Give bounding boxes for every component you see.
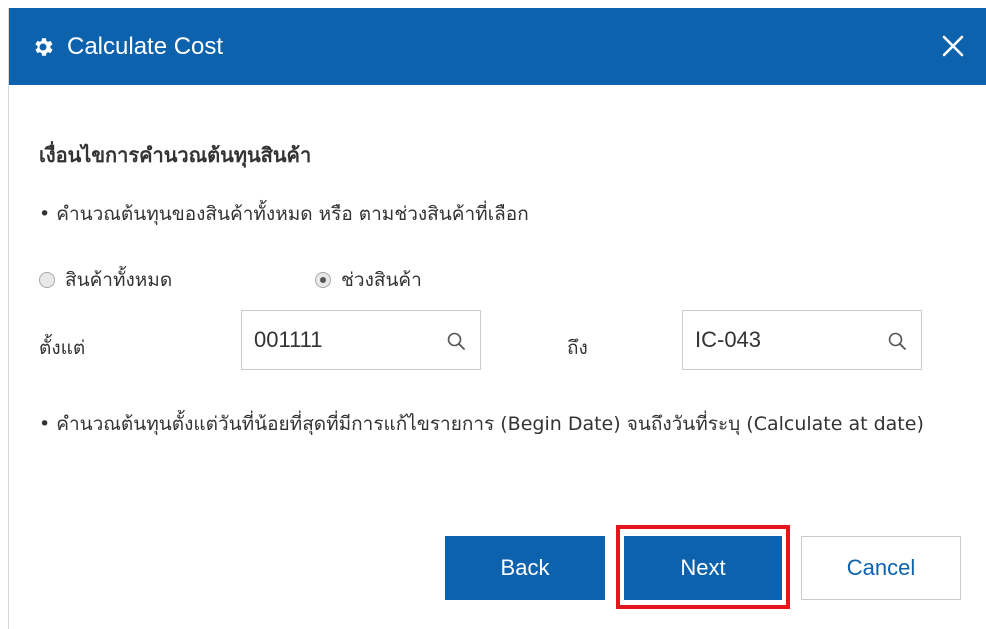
scope-description: • คำนวณต้นทุนของสินค้าทั้งหมด หรือ ตามช่… [39,203,529,225]
radio-button-checked[interactable] [315,272,331,288]
cancel-button[interactable]: Cancel [801,536,961,600]
radio-label: ช่วงสินค้า [341,269,422,291]
radio-label: สินค้าทั้งหมด [65,269,173,291]
dialog-title: Calculate Cost [67,33,224,60]
dialog-header: Calculate Cost [9,8,986,85]
search-icon[interactable] [446,331,466,351]
radio-button-unchecked[interactable] [39,272,55,288]
radio-product-range[interactable]: ช่วงสินค้า [315,265,422,295]
date-description: • คำนวณต้นทุนตั้งแต่วันที่น้อยที่สุดที่ม… [39,413,924,435]
close-icon[interactable] [939,32,967,60]
from-label: ตั้งแต่ [39,337,86,359]
search-icon[interactable] [887,331,907,351]
radio-all-products[interactable]: สินค้าทั้งหมด [39,265,172,295]
to-label: ถึง [567,337,588,359]
gear-icon [35,38,53,56]
to-product-field[interactable] [682,310,922,370]
section-title: เงื่อนไขการคำนวณต้นทุนสินค้า [39,143,312,167]
calculate-cost-dialog: Calculate Cost เงื่อนไขการคำนวณต้นทุนสิน… [8,8,986,629]
from-product-input[interactable] [254,325,434,355]
back-button[interactable]: Back [445,536,605,600]
from-product-field[interactable] [241,310,481,370]
next-button[interactable]: Next [624,536,782,600]
scope-radio-group: สินค้าทั้งหมด ช่วงสินค้า [39,265,639,295]
to-product-input[interactable] [695,325,875,355]
